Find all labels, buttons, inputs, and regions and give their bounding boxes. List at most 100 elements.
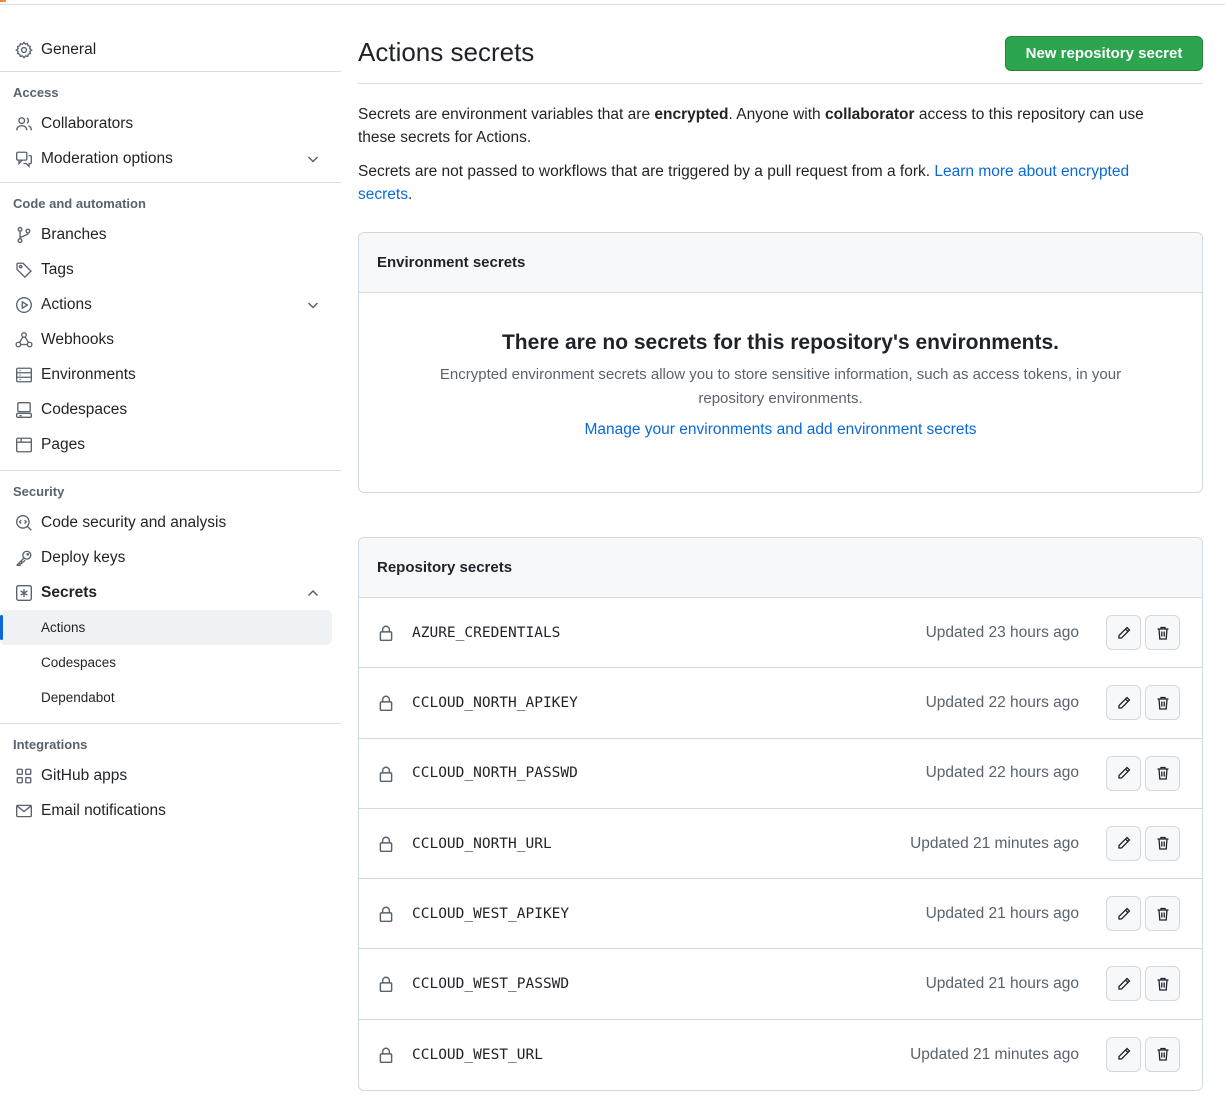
sidebar-item-general[interactable]: General [0,32,341,67]
pencil-icon [1117,977,1130,990]
sidebar-item-label: Email notifications [41,801,166,819]
environment-secrets-box: Environment secrets There are no secrets… [358,232,1203,493]
secret-updated: Updated 23 hours ago [925,623,1079,641]
new-repository-secret-button[interactable]: New repository secret [1005,36,1203,71]
secret-updated: Updated 21 hours ago [925,904,1079,922]
chevron-down-icon[interactable] [305,297,321,313]
gear-icon [14,40,34,60]
asterisk-box-icon [14,583,34,603]
sidebar-subitem-codespaces[interactable]: Codespaces [0,645,332,680]
edit-secret-button[interactable] [1106,966,1141,1002]
sidebar-item-github-apps[interactable]: GitHub apps [0,758,341,793]
sidebar-item-label: Code security and analysis [41,513,227,531]
people-icon [14,114,34,134]
pencil-icon [1117,1047,1130,1060]
delete-secret-button[interactable] [1145,966,1180,1002]
sidebar-item-code-security[interactable]: Code security and analysis [0,505,341,540]
chevron-up-icon[interactable] [305,585,321,601]
secret-row: CCLOUD_WEST_APIKEY Updated 21 hours ago [359,879,1202,950]
secret-name: CCLOUD_NORTH_APIKEY [412,694,578,711]
edit-secret-button[interactable] [1106,755,1141,791]
page-title: Actions secrets [358,37,535,67]
sidebar-item-label: Webhooks [41,330,114,348]
secret-row: AZURE_CREDENTIALS Updated 23 hours ago [359,598,1202,669]
sidebar-item-codespaces[interactable]: Codespaces [0,392,341,427]
empty-state-description: Encrypted environment secrets allow you … [439,366,1122,407]
sidebar-item-actions[interactable]: Actions [0,287,341,322]
intro-bold-collaborator: collaborator [824,106,915,123]
intro-bold-encrypted: encrypted [654,106,729,123]
sidebar-item-environments[interactable]: Environments [0,357,341,392]
delete-secret-button[interactable] [1145,1036,1180,1072]
sidebar-item-label: Secrets [41,583,98,601]
tag-icon [14,260,34,280]
sidebar-item-collaborators[interactable]: Collaborators [0,106,341,141]
trash-icon [1157,907,1168,921]
lock-icon [377,835,395,853]
lock-icon [377,905,395,923]
trash-icon [1157,766,1168,780]
sidebar-item-label: Deploy keys [41,548,126,566]
trash-icon [1157,1048,1168,1061]
fork-notice-paragraph: Secrets are not passed to workflows that… [358,160,1178,206]
pencil-icon [1117,626,1130,639]
edit-secret-button[interactable] [1106,825,1141,861]
webhook-icon [14,330,34,350]
top-border [0,0,1225,5]
sidebar-item-label: Actions [41,295,92,313]
sidebar-item-moderation[interactable]: Moderation options [0,141,341,176]
delete-secret-button[interactable] [1145,825,1180,861]
edit-secret-button[interactable] [1106,685,1141,721]
trash-icon [1157,626,1168,640]
edit-secret-button[interactable] [1106,896,1141,932]
environment-secrets-heading: Environment secrets [359,233,1202,293]
edit-secret-button[interactable] [1106,615,1141,650]
pencil-icon [1117,696,1130,709]
delete-secret-button[interactable] [1145,615,1180,650]
sidebar-item-webhooks[interactable]: Webhooks [0,322,341,357]
browser-icon [14,435,34,455]
intro-paragraph: Secrets are environment variables that a… [358,103,1178,149]
play-circle-icon [14,295,34,315]
delete-secret-button[interactable] [1145,896,1180,932]
sidebar-subitem-dependabot[interactable]: Dependabot [0,680,332,715]
sidebar-item-label: General [41,40,97,58]
secret-name: CCLOUD_NORTH_URL [412,835,552,852]
sidebar-item-label: Branches [41,225,107,243]
delete-secret-button[interactable] [1145,755,1180,791]
main-content: Actions secrets New repository secret Se… [358,30,1203,1091]
secret-name: CCLOUD_WEST_URL [412,1046,543,1063]
sidebar-item-email-notifications[interactable]: Email notifications [0,793,341,828]
manage-environments-link[interactable]: Manage your environments and add environ… [584,421,976,439]
comment-discussion-icon [14,149,34,169]
key-icon [14,548,34,568]
intro-text: Secrets are environment variables that a… [358,106,655,123]
delete-secret-button[interactable] [1145,685,1180,721]
trash-icon [1157,837,1168,851]
secret-row: CCLOUD_WEST_URL Updated 21 minutes ago [359,1020,1202,1090]
secrets-list: AZURE_CREDENTIALS Updated 23 hours ago CCL… [359,598,1202,1090]
lock-icon [377,765,395,783]
codescan-icon [14,513,34,533]
sidebar-item-branches[interactable]: Branches [0,217,341,252]
chevron-down-icon[interactable] [305,151,321,167]
sidebar-item-label: Tags [41,260,74,278]
sidebar-item-label: Pages [41,435,85,453]
sidebar-subitem-actions[interactable]: Actions [0,610,332,645]
repository-secrets-heading: Repository secrets [359,538,1202,598]
secret-name: CCLOUD_WEST_APIKEY [412,905,570,922]
secret-updated: Updated 22 hours ago [925,693,1079,711]
edit-secret-button[interactable] [1106,1036,1141,1072]
intro-text: . Anyone with [728,106,825,123]
secret-name: CCLOUD_NORTH_PASSWD [412,765,578,782]
sidebar-item-label: Codespaces [41,400,128,418]
lock-icon [377,1046,395,1064]
sidebar-item-tags[interactable]: Tags [0,252,341,287]
sidebar-item-secrets[interactable]: Secrets [0,575,341,610]
sidebar-item-deploy-keys[interactable]: Deploy keys [0,540,341,575]
secret-name: AZURE_CREDENTIALS [412,624,561,641]
lock-icon [377,694,395,712]
notice-text: Secrets are not passed to workflows that… [358,163,935,180]
sidebar-item-pages[interactable]: Pages [0,427,341,462]
secret-updated: Updated 21 minutes ago [910,1045,1079,1063]
